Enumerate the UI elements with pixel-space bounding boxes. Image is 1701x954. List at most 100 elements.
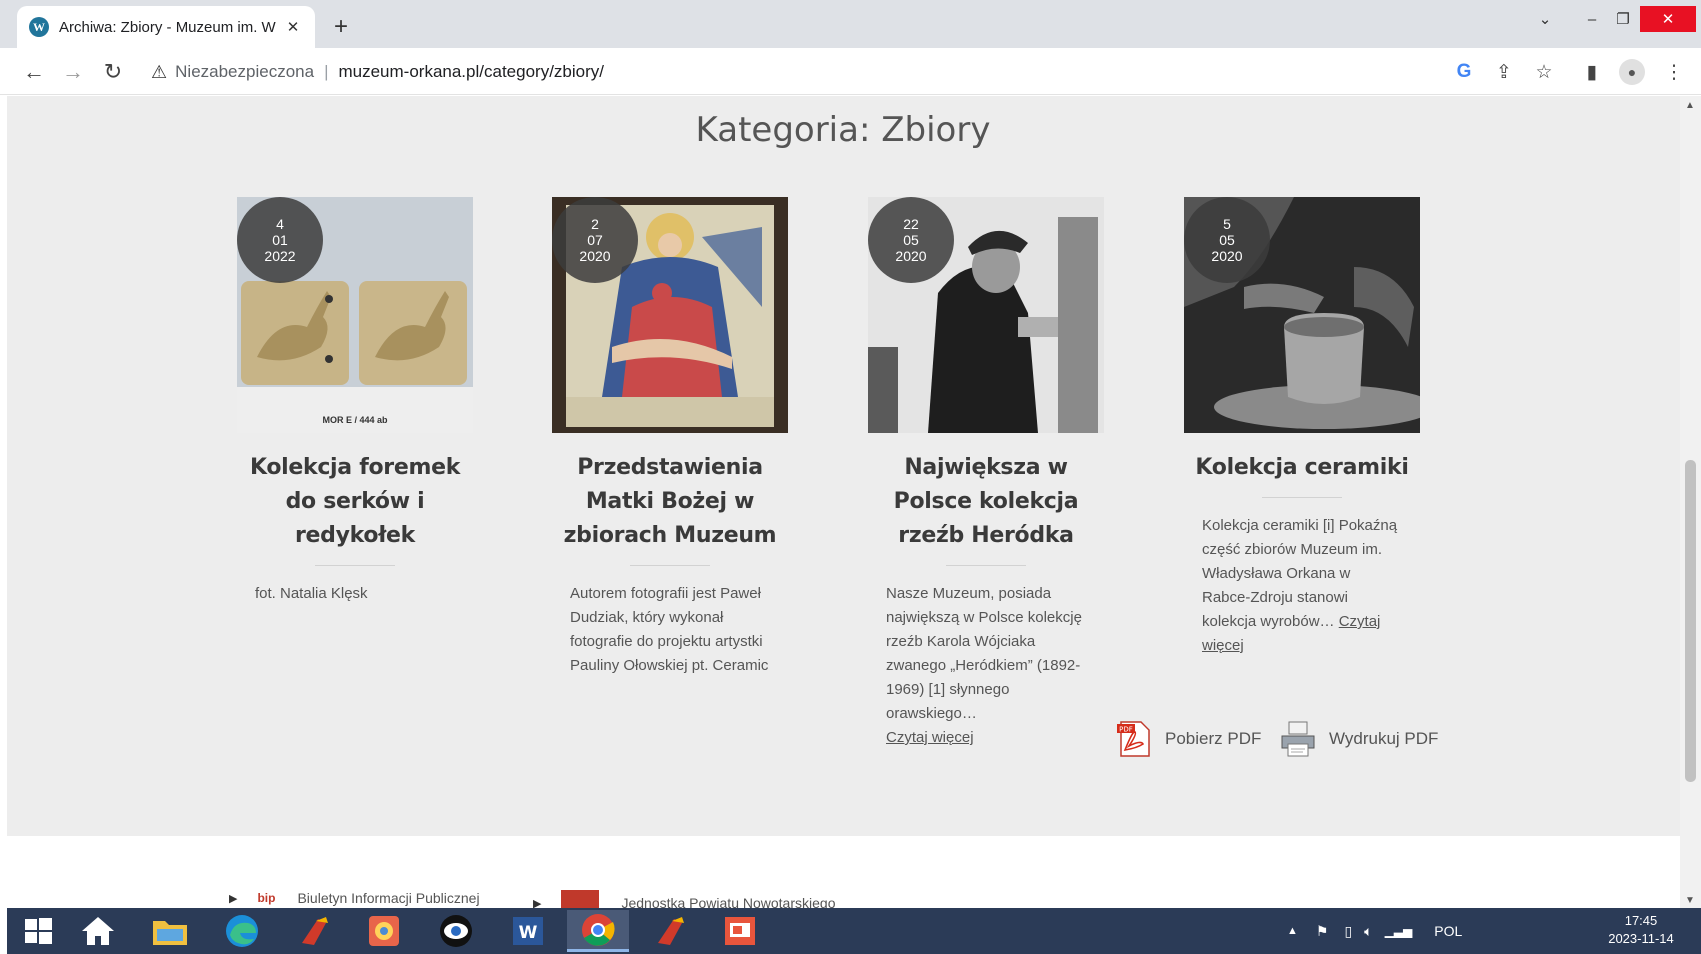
start-windows-icon[interactable] (7, 910, 69, 952)
restore-icon[interactable]: ❐ (1608, 6, 1638, 32)
date-month: 05 (1219, 232, 1235, 248)
tab-close-icon[interactable]: ✕ (283, 17, 303, 37)
language-indicator[interactable]: POL (1434, 923, 1462, 939)
page-title: Kategoria: Zbiory (695, 110, 991, 150)
media-player-icon[interactable] (425, 910, 487, 952)
post-thumbnail[interactable]: 22 05 2020 (868, 197, 1104, 433)
date-badge: 2 07 2020 (552, 197, 638, 283)
arrow-right-icon: ▶ (229, 892, 238, 905)
browser-tab[interactable]: W Archiwa: Zbiory - Muzeum im. W ✕ (17, 6, 315, 48)
separator: | (324, 62, 329, 81)
arrow-right-icon: ▶ (533, 897, 542, 909)
page-scrollbar[interactable]: ▲ ▼ (1680, 96, 1701, 908)
flag-icon[interactable]: ⚑ (1316, 923, 1329, 940)
google-icon[interactable]: G (1450, 58, 1478, 86)
pdf-file-icon: PDF (1117, 721, 1150, 757)
post-card: 2 07 2020 Przedstawienia Matki Bożej w z… (552, 197, 788, 678)
side-panel-icon[interactable]: ▮ (1578, 58, 1606, 86)
date-year: 2022 (264, 248, 296, 264)
close-window-icon[interactable]: ✕ (1640, 6, 1696, 32)
back-icon[interactable]: ← (19, 57, 49, 87)
bip-logo: bip (257, 891, 276, 905)
reload-icon[interactable]: ↻ (98, 57, 128, 87)
battery-icon[interactable]: ▯ (1344, 923, 1352, 940)
network-icon[interactable]: ▁▃▅ (1385, 924, 1413, 938)
coat-of-arms-icon (561, 890, 600, 908)
date-year: 2020 (579, 248, 611, 264)
print-pdf-button[interactable]: Wydrukuj PDF (1279, 720, 1438, 758)
ccleaner-icon[interactable] (283, 910, 345, 952)
tray-expand-icon[interactable]: ▲ (1287, 925, 1298, 937)
excerpt-text: fot. Natalia Klęsk (255, 585, 368, 602)
scroll-up-arrow-icon[interactable]: ▲ (1685, 100, 1695, 111)
image-caption: MOR E / 444 ab (322, 415, 388, 425)
print-pdf-label[interactable]: Wydrukuj PDF (1329, 729, 1438, 749)
presentation-app-icon[interactable] (709, 910, 771, 952)
post-excerpt: Autorem fotografii jest Paweł Dudziak, k… (552, 582, 788, 678)
tab-title: Archiwa: Zbiory - Muzeum im. W (59, 18, 276, 36)
wordpress-icon: W (29, 17, 49, 37)
minimize-icon[interactable]: – (1577, 6, 1607, 32)
svg-text:W: W (519, 923, 538, 943)
date-day: 22 (903, 216, 919, 232)
security-label[interactable]: Niezabezpieczona (175, 62, 314, 82)
tab-strip: W Archiwa: Zbiory - Muzeum im. W ✕ + ⌄ –… (0, 0, 1701, 48)
word-icon[interactable]: W (497, 910, 559, 952)
share-icon[interactable]: ⇪ (1490, 58, 1518, 86)
warning-icon[interactable]: ⚠ (151, 62, 167, 83)
post-excerpt: fot. Natalia Klęsk (237, 582, 473, 606)
taskbar-clock[interactable]: 17:45 2023-11-14 (1597, 912, 1685, 948)
bookmark-star-icon[interactable]: ☆ (1530, 58, 1558, 86)
edge-browser-icon[interactable] (211, 910, 273, 952)
page-content: Kategoria: Zbiory MOR E / 444 ab 4 01 20… (7, 96, 1687, 836)
date-year: 2020 (1211, 248, 1243, 264)
post-title[interactable]: Największa w Polsce kolekcja rzeźb Heród… (868, 451, 1104, 553)
post-card: 5 05 2020 Kolekcja ceramiki Kolekcja cer… (1184, 197, 1420, 658)
browser-menu-icon[interactable]: ⋮ (1660, 58, 1688, 86)
new-tab-button[interactable]: + (328, 13, 354, 40)
chrome-icon[interactable] (567, 910, 629, 952)
tab-search-icon[interactable]: ⌄ (1532, 6, 1558, 32)
date-year: 2020 (895, 248, 927, 264)
post-thumbnail[interactable]: 5 05 2020 (1184, 197, 1420, 433)
read-more-link[interactable]: Czytaj więcej (886, 729, 974, 746)
date-badge: 5 05 2020 (1184, 197, 1270, 283)
footer-link-label[interactable]: Biuletyn Informacji Publicznej (297, 890, 479, 906)
date-day: 4 (276, 216, 284, 232)
ccleaner-icon-2[interactable] (639, 910, 701, 952)
volume-icon[interactable]: 🔈︎ (1364, 923, 1372, 940)
download-pdf-button[interactable]: PDF Pobierz PDF (1115, 720, 1261, 758)
post-title[interactable]: Przedstawienia Matki Bożej w zbiorach Mu… (552, 451, 788, 553)
date-day: 2 (591, 216, 599, 232)
post-thumbnail[interactable]: 2 07 2020 (552, 197, 788, 433)
scroll-down-arrow-icon[interactable]: ▼ (1685, 895, 1695, 906)
printer-icon (1281, 721, 1315, 757)
post-excerpt: Kolekcja ceramiki [i] Pokaźną część zbio… (1184, 514, 1420, 658)
post-card: 22 05 2020 Największa w Polsce kolekcja … (868, 197, 1104, 750)
post-thumbnail[interactable]: MOR E / 444 ab 4 01 2022 (237, 197, 473, 433)
download-pdf-label[interactable]: Pobierz PDF (1165, 729, 1261, 749)
url-text[interactable]: muzeum-orkana.pl/category/zbiory/ (338, 62, 604, 82)
post-title[interactable]: Kolekcja foremek do serków i redykołek (237, 451, 473, 553)
post-title[interactable]: Kolekcja ceramiki (1184, 451, 1420, 485)
profile-avatar-icon[interactable]: ● (1618, 58, 1646, 86)
clock-date: 2023-11-14 (1608, 931, 1674, 946)
title-divider (1262, 497, 1342, 498)
post-excerpt: Nasze Muzeum, posiada największą w Polsc… (868, 582, 1104, 750)
scroll-thumb[interactable] (1685, 460, 1696, 782)
date-month: 05 (903, 232, 919, 248)
site-footer: ▶ bip Biuletyn Informacji Publicznej ▶ J… (7, 836, 1680, 908)
address-bar[interactable]: ⚠ Niezabezpieczona | muzeum-orkana.pl/ca… (143, 56, 1463, 88)
title-divider (946, 565, 1026, 566)
paint-app-icon[interactable] (353, 910, 415, 952)
clock-time: 17:45 (1624, 913, 1658, 928)
footer-link-powiat[interactable]: ▶ Jednostka Powiatu Nowotarskiego (533, 890, 835, 908)
date-month: 01 (272, 232, 288, 248)
home-icon[interactable] (67, 910, 129, 952)
footer-link-label[interactable]: Jednostka Powiatu Nowotarskiego (621, 895, 835, 908)
forward-icon[interactable]: → (58, 57, 88, 87)
date-badge: 4 01 2022 (237, 197, 323, 283)
file-explorer-icon[interactable] (139, 910, 201, 952)
excerpt-text: Autorem fotografii jest Paweł Dudziak, k… (570, 585, 769, 674)
footer-link-bip[interactable]: ▶ bip Biuletyn Informacji Publicznej (229, 890, 480, 906)
